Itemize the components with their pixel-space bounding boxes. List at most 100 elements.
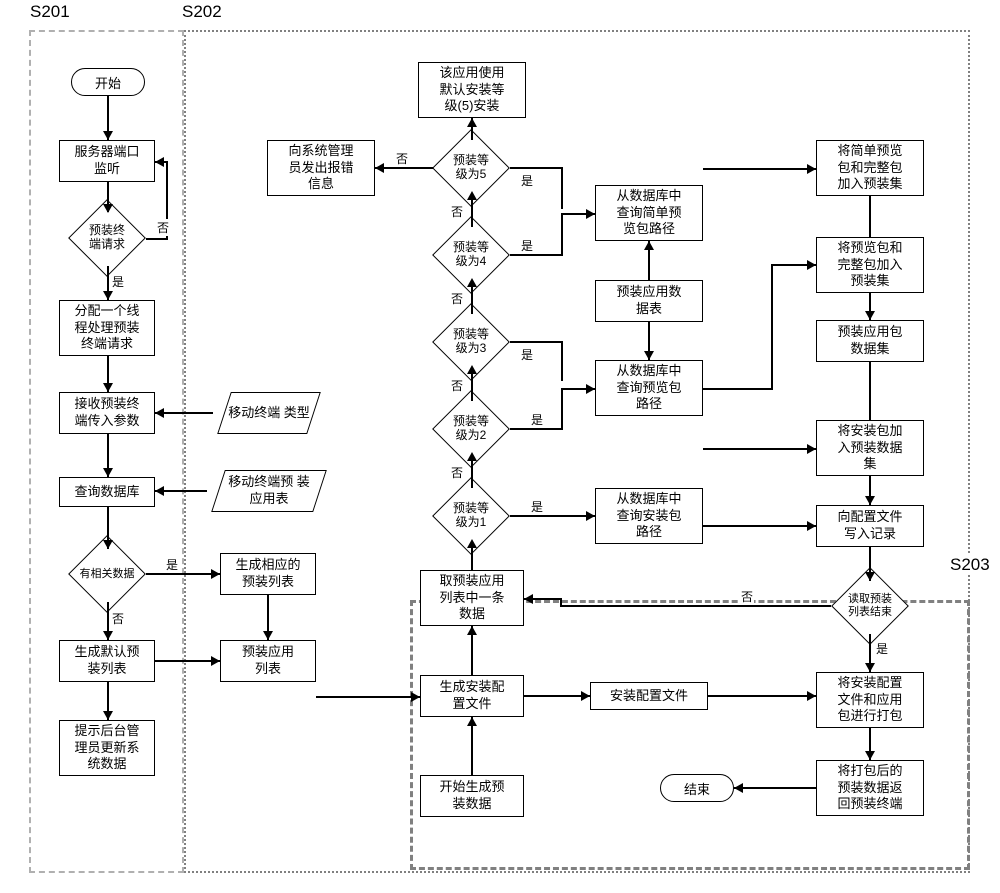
decision-level5: 预装等 级为5 [432, 140, 510, 196]
process-alloc-thread: 分配一个线 程处理预装 终端请求 [59, 300, 155, 356]
arrow-right-icon [807, 444, 816, 454]
decision-read-end: 读取预装 列表结束 [831, 578, 909, 634]
process-return-data: 将打包后的 预装数据返 回预装终端 [816, 760, 924, 816]
conn [471, 283, 473, 314]
terminator-start: 开始 [71, 68, 145, 96]
arrow-right-icon [807, 260, 816, 270]
data-preinstall-app-table: 移动终端预 装应用表 [218, 470, 320, 512]
edge-no: 否 [740, 588, 754, 605]
process-add-simple-full: 将简单预览 包和完整包 加入预装集 [816, 140, 924, 196]
edge-no: 否 [450, 377, 464, 394]
process-preinstall-app-data-table: 预装应用数 据表 [595, 280, 703, 322]
arrow-right-icon [586, 511, 595, 521]
conn [510, 428, 563, 430]
arrow-right-icon [807, 691, 816, 701]
decision-level1: 预装等 级为1 [432, 488, 510, 544]
arrow-down-icon [865, 751, 875, 760]
process-server-listen: 服务器端口 监听 [59, 140, 155, 182]
arrow-down-icon [865, 663, 875, 672]
arrow-up-icon [467, 626, 477, 635]
label-s203: S203 [948, 555, 992, 575]
arrow-right-icon [807, 521, 816, 531]
edge-yes: 是 [520, 346, 534, 363]
decision-level3: 预装等 级为3 [432, 314, 510, 370]
arrow-right-icon [581, 691, 590, 701]
edge-yes: 是 [111, 273, 125, 290]
label-s201: S201 [28, 2, 72, 22]
conn [316, 696, 420, 698]
process-gen-default-list: 生成默认预 装列表 [59, 640, 155, 682]
process-query-preview-pkg: 从数据库中 查询预览包 路径 [595, 360, 703, 416]
process-gen-corresponding: 生成相应的 预装列表 [220, 553, 316, 595]
decision-level2: 预装等 级为2 [432, 401, 510, 457]
arrow-down-icon [103, 631, 113, 640]
conn [510, 515, 595, 517]
decision-has-data: 有相关数据 [68, 546, 146, 602]
conn [146, 238, 168, 240]
process-recv-params: 接收预装终 端传入参数 [59, 392, 155, 434]
conn [471, 457, 473, 488]
process-preinstall-app-pkg-set: 预装应用包 数据集 [816, 320, 924, 362]
flowchart-canvas: S201 S202 S203 开始 服务器端口 监听 预装终 端请求 分配一个线… [0, 0, 1000, 893]
arrow-down-icon [865, 311, 875, 320]
decision-terminal-request: 预装终 端请求 [68, 210, 146, 266]
conn [510, 167, 563, 169]
process-package-files: 将安装配置 文件和应用 包进行打包 [816, 672, 924, 728]
conn [703, 388, 773, 390]
process-install-config-file: 安装配置文件 [590, 682, 708, 710]
conn [561, 388, 563, 430]
conn [510, 254, 563, 256]
arrow-right-icon [411, 692, 420, 702]
process-use-default-level5: 该应用使用 默认安装等 级(5)安装 [418, 62, 526, 118]
conn [471, 196, 473, 227]
edge-no: 否 [111, 610, 125, 627]
arrow-down-icon [865, 496, 875, 505]
edge-no: 否 [395, 150, 409, 167]
conn [869, 362, 871, 420]
process-preinstall-app-list: 预装应用 列表 [220, 640, 316, 682]
process-query-simple-preview-pkg: 从数据库中 查询简单预 览包路径 [595, 185, 703, 241]
edge-no: 否 [450, 290, 464, 307]
process-query-install-pkg: 从数据库中 查询安装包 路径 [595, 488, 703, 544]
arrow-right-icon [586, 209, 595, 219]
conn [561, 341, 563, 381]
edge-yes: 是 [530, 411, 544, 428]
conn [146, 573, 220, 575]
arrow-down-icon [644, 351, 654, 360]
edge-yes: 是 [875, 640, 889, 657]
process-query-db: 查询数据库 [59, 477, 155, 507]
conn [561, 379, 562, 380]
conn [703, 525, 816, 527]
arrow-up-icon [644, 241, 654, 250]
label-s202: S202 [180, 2, 224, 22]
terminator-end: 结束 [660, 774, 734, 802]
conn [703, 168, 816, 170]
arrow-right-icon [586, 384, 595, 394]
decision-has-data-label: 有相关数据 [68, 546, 146, 602]
edge-no: 否 [156, 219, 170, 236]
arrow-up-icon [467, 118, 477, 127]
process-report-error: 向系统管理 员发出报错 信息 [267, 140, 375, 196]
conn [560, 605, 831, 607]
conn [155, 161, 168, 163]
arrow-left-icon [155, 408, 164, 418]
process-prompt-admin: 提示后台管 理员更新系 统数据 [59, 720, 155, 776]
arrow-right-icon [211, 656, 220, 666]
arrow-down-icon [263, 631, 273, 640]
arrow-down-icon [103, 131, 113, 140]
decision-level4-label: 预装等 级为4 [432, 227, 510, 283]
edge-yes: 是 [530, 498, 544, 515]
decision-level2-label: 预装等 级为2 [432, 401, 510, 457]
conn [510, 341, 563, 343]
process-gen-config: 生成安装配 置文件 [420, 675, 524, 717]
conn [869, 196, 871, 237]
edge-yes: 是 [520, 172, 534, 189]
process-start-gen-data: 开始生成预 装数据 [420, 775, 524, 817]
arrow-up-icon [467, 717, 477, 726]
process-write-config: 向配置文件 写入记录 [816, 505, 924, 547]
decision-level4: 预装等 级为4 [432, 227, 510, 283]
conn [708, 695, 816, 697]
arrow-right-icon [211, 569, 220, 579]
arrow-down-icon [103, 711, 113, 720]
conn [471, 370, 473, 401]
